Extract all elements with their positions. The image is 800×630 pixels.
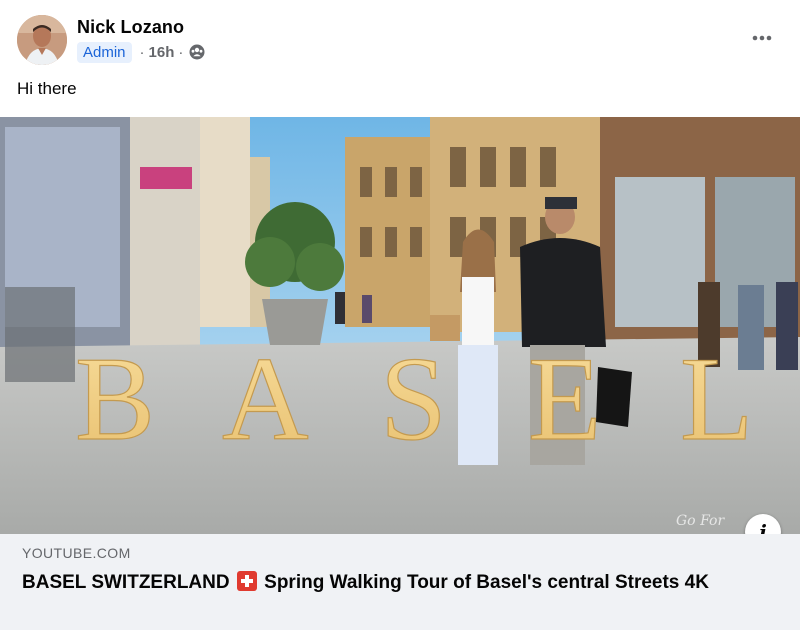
author-name[interactable]: Nick Lozano xyxy=(77,17,184,38)
post-meta: Admin · 16h · xyxy=(77,41,205,63)
more-options-button[interactable] xyxy=(744,22,780,54)
post-text: Hi there xyxy=(17,79,77,98)
group-icon[interactable] xyxy=(189,44,205,60)
svg-text:A: A xyxy=(222,332,309,465)
svg-text:L: L xyxy=(680,332,753,465)
watermark: Go For xyxy=(676,513,725,529)
admin-badge: Admin xyxy=(77,41,132,63)
meta-separator-2: · xyxy=(178,43,184,61)
more-horizontal-icon xyxy=(752,35,772,41)
avatar[interactable] xyxy=(17,15,67,65)
link-title-part2: Spring Walking Tour of Basel's central S… xyxy=(264,572,709,593)
svg-text:B: B xyxy=(75,332,155,465)
swiss-flag-icon xyxy=(236,571,257,591)
avatar-photo xyxy=(17,15,67,65)
meta-separator: · xyxy=(139,43,145,61)
street-scene-image: B A S E L Go For xyxy=(0,117,800,534)
link-preview[interactable]: YOUTUBE.COM BASEL SWITZERLAND Spring Wal… xyxy=(0,534,800,630)
link-title[interactable]: BASEL SWITZERLAND Spring Walking Tour of… xyxy=(22,570,762,596)
post-header: Nick Lozano Admin · 16h · xyxy=(0,0,800,76)
svg-text:E: E xyxy=(528,332,601,465)
video-thumbnail[interactable]: B A S E L Go For xyxy=(0,117,800,534)
post-time[interactable]: 16h xyxy=(149,44,175,61)
svg-text:S: S xyxy=(380,332,447,465)
link-title-part1: BASEL SWITZERLAND xyxy=(22,572,230,593)
link-domain: YOUTUBE.COM xyxy=(22,545,131,561)
